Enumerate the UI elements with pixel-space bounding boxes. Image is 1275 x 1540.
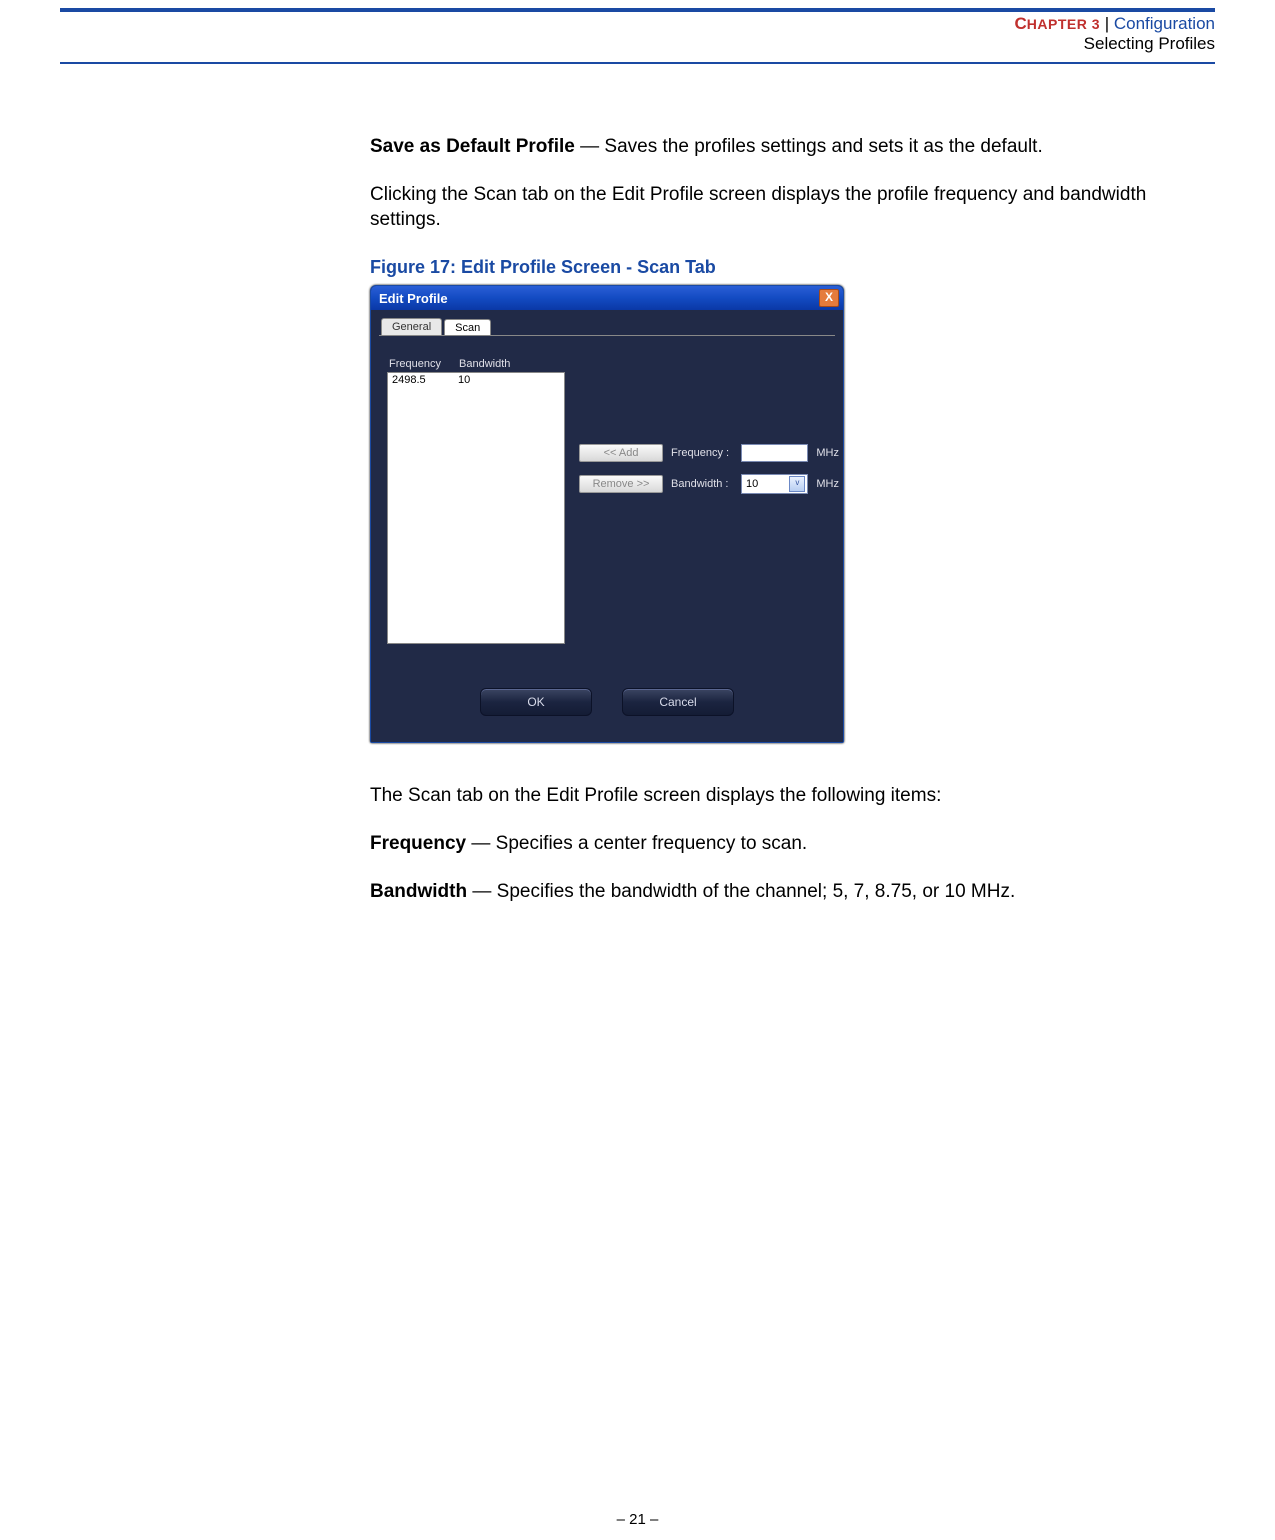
bandwidth-select[interactable]: 10 v [741,474,808,494]
dialog-titlebar: Edit Profile X [371,286,843,310]
header-subtitle: Selecting Profiles [60,34,1215,54]
page-header: CHAPTER 3 | Configuration Selecting Prof… [0,12,1275,58]
close-icon[interactable]: X [819,289,839,307]
chapter-label-rest: HAPTER 3 [1027,16,1100,32]
dialog-title: Edit Profile [379,291,819,306]
scan-list-area: Frequency Bandwidth 2498.5 10 [387,358,567,644]
tab-scan[interactable]: Scan [444,319,491,336]
bandwidth-select-value: 10 [746,478,758,490]
save-default-para: Save as Default Profile — Saves the prof… [370,134,1180,160]
thin-rule [60,62,1215,64]
frequency-rest: — Specifies a center frequency to scan. [466,833,807,854]
bandwidth-term: Bandwidth [370,881,467,902]
save-default-rest: — Saves the profiles settings and sets i… [575,136,1043,157]
tab-general[interactable]: General [381,318,442,335]
cancel-button[interactable]: Cancel [622,688,734,716]
header-separator: | [1100,14,1114,33]
bandwidth-label: Bandwidth : [671,478,733,490]
chapter-label-first: C [1014,14,1026,33]
frequency-unit: MHz [816,447,839,459]
bandwidth-rest: — Specifies the bandwidth of the channel… [467,881,1015,902]
frequency-label: Frequency : [671,447,733,459]
list-cell-bandwidth: 10 [458,374,560,386]
edit-profile-dialog: Edit Profile X General Scan Frequency Ba… [370,285,844,743]
page-number: – 21 – [0,1511,1275,1528]
frequency-term: Frequency [370,833,466,854]
dialog-body: General Scan Frequency Bandwidth 2498.5 … [371,310,843,742]
frequency-input[interactable] [741,444,808,462]
chevron-down-icon[interactable]: v [789,476,805,492]
figure-caption: Figure 17: Edit Profile Screen - Scan Ta… [370,255,1180,279]
scan-list[interactable]: 2498.5 10 [387,372,565,644]
tabs-strip: General Scan [381,318,835,335]
frequency-para: Frequency — Specifies a center frequency… [370,831,1180,857]
content-area: Save as Default Profile — Saves the prof… [370,134,1180,904]
list-item[interactable]: 2498.5 10 [388,373,564,387]
list-header-bandwidth: Bandwidth [459,358,565,370]
save-default-term: Save as Default Profile [370,136,575,157]
dialog-footer: OK Cancel [379,688,835,726]
ok-button[interactable]: OK [480,688,592,716]
post-figure-para: The Scan tab on the Edit Profile screen … [370,783,1180,809]
add-button[interactable]: << Add [579,444,663,462]
header-section: Configuration [1114,14,1215,33]
mid-controls: << Add Frequency : MHz Remove >> Bandwid… [579,444,839,506]
remove-button[interactable]: Remove >> [579,475,663,493]
scan-intro-para: Clicking the Scan tab on the Edit Profil… [370,182,1180,233]
bandwidth-unit: MHz [816,478,839,490]
list-header-frequency: Frequency [389,358,459,370]
bandwidth-para: Bandwidth — Specifies the bandwidth of t… [370,879,1180,905]
list-cell-frequency: 2498.5 [392,374,458,386]
tab-pane-scan: Frequency Bandwidth 2498.5 10 << Add [379,335,835,688]
